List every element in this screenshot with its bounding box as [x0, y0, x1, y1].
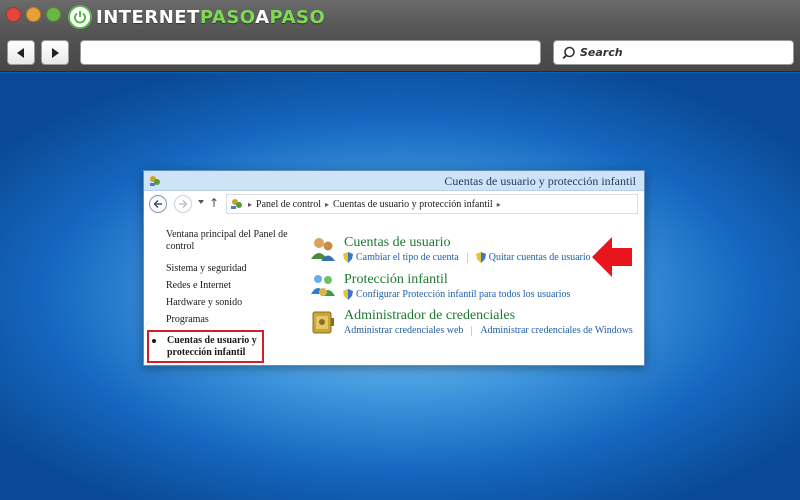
control-panel-icon — [231, 199, 242, 209]
breadcrumb-separator: ▸ — [496, 199, 501, 209]
link-cambiar-tipo-cuenta[interactable]: Cambiar el tipo de cuenta — [356, 252, 459, 263]
uac-shield-icon — [475, 252, 486, 263]
power-icon — [68, 5, 92, 29]
category-title[interactable]: Protección infantil — [344, 272, 448, 288]
up-arrow-icon[interactable]: ↑ — [209, 196, 219, 210]
address-bar[interactable] — [80, 40, 541, 65]
sidebar-item-current-highlight[interactable]: Cuentas de usuario y protección infantil — [147, 330, 264, 363]
sidebar-current-line1: Cuentas de usuario y — [167, 335, 257, 346]
search-box[interactable] — [553, 40, 794, 65]
sidebar-item-programas[interactable]: Programas — [166, 314, 294, 326]
category-title[interactable]: Cuentas de usuario — [344, 235, 451, 251]
forward-arrow-icon — [52, 47, 59, 58]
breadcrumb-separator: ▸ — [325, 199, 330, 209]
window-title: Cuentas de usuario y protección infantil — [444, 174, 636, 188]
category-links: Configurar Protección infantil para todo… — [343, 289, 570, 300]
back-arrow-icon — [153, 200, 162, 208]
cp-forward-button[interactable] — [174, 195, 192, 213]
breadcrumb-separator: ▸ — [248, 199, 253, 209]
link-quitar-cuentas-usuario[interactable]: Quitar cuentas de usuario — [489, 252, 591, 263]
link-credenciales-web[interactable]: Administrar credenciales web — [344, 325, 463, 336]
forward-arrow-icon — [179, 200, 188, 208]
breadcrumb-panel-de-control[interactable]: Panel de control — [256, 199, 321, 210]
browser-chrome: INTERNETPASOAPASO — [0, 0, 800, 72]
back-button[interactable] — [7, 40, 35, 65]
users-icon — [311, 238, 335, 261]
category-links: Cambiar el tipo de cuenta Quitar cuentas… — [343, 252, 591, 263]
link-configurar-proteccion-infantil[interactable]: Configurar Protección infantil para todo… — [356, 289, 570, 300]
site-logo: INTERNETPASOAPASO — [68, 4, 325, 30]
breadcrumb-cuentas[interactable]: Cuentas de usuario y protección infantil — [333, 199, 493, 210]
sidebar-item-redes-internet[interactable]: Redes e Internet — [166, 280, 294, 292]
sidebar-item-hardware-sonido[interactable]: Hardware y sonido — [166, 297, 294, 309]
close-window-button[interactable] — [6, 7, 21, 22]
category-links: Administrar credenciales web Administrar… — [344, 325, 633, 336]
search-icon — [562, 46, 575, 59]
control-panel-icon — [150, 176, 160, 186]
window-titlebar: Cuentas de usuario y protección infantil — [144, 171, 644, 191]
cp-back-button[interactable] — [149, 195, 167, 213]
back-arrow-icon — [17, 47, 24, 58]
sidebar-current-line2: protección infantil — [167, 347, 246, 358]
family-safety-icon — [311, 275, 335, 296]
forward-button[interactable] — [41, 40, 69, 65]
maximize-window-button[interactable] — [46, 7, 61, 22]
link-divider — [466, 252, 468, 263]
logo-text: INTERNETPASOAPASO — [96, 6, 326, 28]
control-panel-window: Cuentas de usuario y protección infantil… — [143, 170, 645, 366]
uac-shield-icon — [343, 289, 353, 300]
uac-shield-icon — [343, 252, 353, 263]
sidebar-item-sistema-seguridad[interactable]: Sistema y seguridad — [166, 263, 294, 275]
credential-vault-icon — [312, 311, 334, 334]
red-pointer-arrow-icon — [592, 237, 632, 277]
link-credenciales-windows[interactable]: Administrar credenciales de Windows — [480, 325, 632, 336]
breadcrumb[interactable]: ▸ Panel de control ▸ Cuentas de usuario … — [226, 194, 638, 214]
sidebar: Ventana principal del Panel de control S… — [166, 229, 294, 331]
minimize-window-button[interactable] — [26, 7, 41, 22]
search-input[interactable] — [580, 46, 780, 59]
sidebar-item-ventana-principal[interactable]: Ventana principal del Panel de control — [166, 229, 294, 253]
category-title[interactable]: Administrador de credenciales — [344, 308, 515, 324]
recent-locations-dropdown-icon[interactable] — [198, 200, 204, 204]
navigation-bar: ↑ ▸ Panel de control ▸ Cuentas de usuari… — [144, 192, 644, 216]
link-divider — [471, 325, 473, 336]
